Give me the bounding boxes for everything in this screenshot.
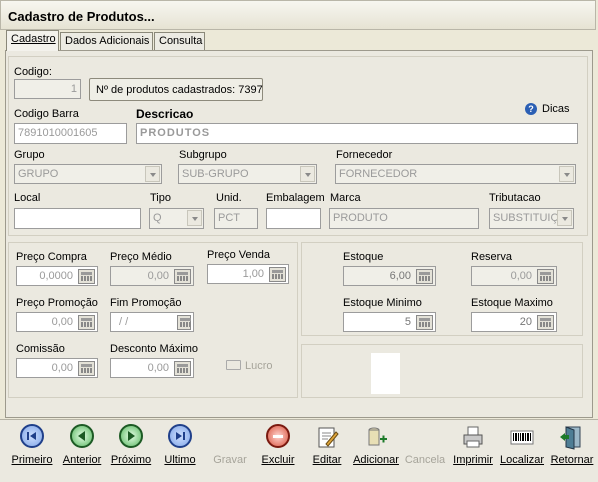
excluir-button[interactable]: Excluir <box>253 424 303 466</box>
tipo-label: Tipo <box>150 192 171 204</box>
barcode-icon <box>509 424 535 450</box>
calendar-icon[interactable] <box>177 315 191 330</box>
estoque-label: Estoque <box>343 251 384 263</box>
codigo-field[interactable]: 1 <box>14 79 81 99</box>
reserva-label: Reserva <box>471 251 512 263</box>
preco-compra-field[interactable]: 0,0000 <box>16 266 98 286</box>
fim-promocao-field[interactable]: / / <box>110 312 194 332</box>
codigo-label: Codigo: <box>14 66 52 78</box>
retornar-button[interactable]: Retornar <box>547 424 597 466</box>
tab-consulta[interactable]: Consulta <box>154 32 205 51</box>
embalagem-label: Embalagem <box>266 192 325 204</box>
add-icon <box>363 424 389 450</box>
lucro-icon[interactable] <box>226 360 241 370</box>
title-bar: Cadastro de Produtos... <box>0 0 596 30</box>
estoque-maximo-label: Estoque Maximo <box>471 297 553 309</box>
subgrupo-label: Subgrupo <box>179 149 227 161</box>
gravar-button[interactable]: Gravar <box>205 424 255 466</box>
grupo-dropdown-icon[interactable] <box>145 166 160 182</box>
descricao-label: Descricao <box>136 107 194 121</box>
tributacao-dropdown-icon[interactable] <box>557 210 572 226</box>
estoque-field[interactable]: 6,00 <box>343 266 436 286</box>
calculator-icon[interactable] <box>78 361 95 376</box>
marca-label: Marca <box>330 192 361 204</box>
calculator-icon[interactable] <box>269 267 286 282</box>
preco-venda-field[interactable]: 1,00 <box>207 264 289 284</box>
calculator-icon[interactable] <box>416 315 433 330</box>
unid-field[interactable]: PCT <box>214 208 258 229</box>
grupo-label: Grupo <box>14 149 45 161</box>
preco-venda-label: Preço Venda <box>207 249 270 261</box>
next-record-icon <box>118 424 144 450</box>
save-icon <box>217 424 243 450</box>
subgrupo-select[interactable]: SUB-GRUPO <box>178 164 317 184</box>
calculator-icon[interactable] <box>537 315 554 330</box>
reserva-field[interactable]: 0,00 <box>471 266 557 286</box>
primeiro-button[interactable]: Primeiro <box>7 424 57 466</box>
calculator-icon[interactable] <box>416 269 433 284</box>
tab-cadastro[interactable]: Cadastro <box>6 30 59 51</box>
preco-medio-label: Preço Médio <box>110 251 172 263</box>
desconto-maximo-label: Desconto Máximo <box>110 343 199 355</box>
previous-record-icon <box>69 424 95 450</box>
local-label: Local <box>14 192 41 204</box>
preco-promocao-field[interactable]: 0,00 <box>16 312 98 332</box>
fornecedor-select[interactable]: FORNECEDOR <box>335 164 576 184</box>
dicas-link[interactable]: Dicas <box>542 103 570 115</box>
editar-button[interactable]: Editar <box>302 424 352 466</box>
product-count-button[interactable]: Nº de produtos cadastrados: 7397 <box>89 78 263 101</box>
imprimir-button[interactable]: Imprimir <box>448 424 498 466</box>
estoque-maximo-field[interactable]: 20 <box>471 312 557 332</box>
calculator-icon[interactable] <box>174 269 191 284</box>
estoque-minimo-label: Estoque Minimo <box>343 297 422 309</box>
exit-door-icon <box>559 424 585 450</box>
marca-field[interactable]: PRODUTO <box>329 208 479 229</box>
fim-promocao-label: Fim Promoção <box>110 297 182 309</box>
anterior-button[interactable]: Anterior <box>57 424 107 466</box>
tipo-select[interactable]: Q <box>149 208 204 229</box>
fornecedor-dropdown-icon[interactable] <box>559 166 574 182</box>
product-image[interactable] <box>371 353 400 394</box>
first-record-icon <box>19 424 45 450</box>
local-field[interactable] <box>14 208 141 229</box>
preco-medio-field[interactable]: 0,00 <box>110 266 194 286</box>
calculator-icon[interactable] <box>537 269 554 284</box>
comissao-field[interactable]: 0,00 <box>16 358 98 378</box>
calculator-icon[interactable] <box>78 269 95 284</box>
codigo-barra-label: Codigo Barra <box>14 108 79 120</box>
tributacao-label: Tributacao <box>489 192 541 204</box>
embalagem-field[interactable] <box>266 208 321 229</box>
descricao-field[interactable]: PRODUTOS <box>136 123 578 144</box>
cancela-button[interactable]: Cancela <box>400 424 450 466</box>
subgrupo-dropdown-icon[interactable] <box>300 166 315 182</box>
calculator-icon[interactable] <box>78 315 95 330</box>
delete-icon <box>265 424 291 450</box>
help-icon[interactable]: ? <box>525 103 537 115</box>
tab-dados-adicionais[interactable]: Dados Adicionais <box>60 32 153 51</box>
unid-label: Unid. <box>216 192 242 204</box>
estoque-minimo-field[interactable]: 5 <box>343 312 436 332</box>
edit-icon <box>314 424 340 450</box>
window-title: Cadastro de Produtos... <box>8 9 155 24</box>
comissao-label: Comissão <box>16 343 65 355</box>
localizar-button[interactable]: Localizar <box>497 424 547 466</box>
grupo-select[interactable]: GRUPO <box>14 164 162 184</box>
fornecedor-label: Fornecedor <box>336 149 393 161</box>
printer-icon <box>460 424 486 450</box>
preco-promocao-label: Preço Promoção <box>16 297 98 309</box>
cancel-icon <box>412 424 438 450</box>
preco-compra-label: Preço Compra <box>16 251 87 263</box>
ultimo-button[interactable]: Ultimo <box>155 424 205 466</box>
calculator-icon[interactable] <box>174 361 191 376</box>
desconto-maximo-field[interactable]: 0,00 <box>110 358 194 378</box>
tributacao-select[interactable]: SUBSTITUIÇ <box>489 208 574 229</box>
tipo-dropdown-icon[interactable] <box>187 210 202 226</box>
codigo-barra-field[interactable]: 7891010001605 <box>14 123 127 144</box>
adicionar-button[interactable]: Adicionar <box>351 424 401 466</box>
image-frame <box>301 344 583 398</box>
lucro-label[interactable]: Lucro <box>245 360 273 372</box>
last-record-icon <box>167 424 193 450</box>
proximo-button[interactable]: Próximo <box>106 424 156 466</box>
